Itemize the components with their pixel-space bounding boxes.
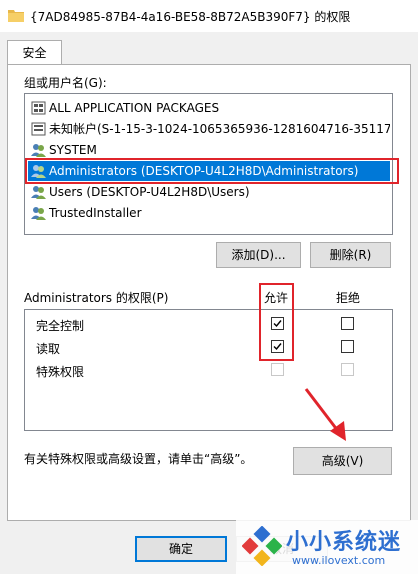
highlight-box-administrators [25,158,399,184]
users-icon [31,144,46,157]
list-item-label: Users (DESKTOP-U4L2H8D\Users) [49,185,250,199]
permission-label: 特殊权限 [36,365,85,379]
list-item[interactable]: 未知帐户(S-1-15-3-1024-1065365936-1281604716… [28,119,390,139]
deny-read-checkbox[interactable] [341,340,354,353]
list-item-label: TrustedInstaller [49,206,142,220]
package-icon [31,101,46,115]
title-bar: {7AD84985-87B4-4a16-BE58-8B72A5B390F7} 的… [0,0,418,33]
highlight-box-allow [259,283,294,361]
window-title: {7AD84985-87B4-4a16-BE58-8B72A5B390F7} 的… [30,10,351,24]
brand-logo-icon [242,526,282,566]
folder-icon [8,10,24,22]
watermark: 小小系统迷 www.ilovext.com [236,520,418,574]
users-icon [31,207,46,220]
ok-button[interactable]: 确定 [135,536,227,562]
deny-full-control-checkbox[interactable] [341,317,354,330]
list-item[interactable]: TrustedInstaller [28,203,390,223]
users-icon [31,186,46,199]
deny-special-checkbox [341,363,354,376]
unknown-user-icon [31,122,46,136]
permissions-header: Administrators 的权限(P) [24,291,169,305]
groups-label: 组或用户名(G): [24,76,107,90]
tab-security[interactable]: 安全 [7,40,62,65]
brand-name: 小小系统迷 [286,530,402,555]
advanced-button[interactable]: 高级(V) [293,447,392,475]
permission-label: 读取 [36,342,61,356]
remove-button[interactable]: 删除(R) [310,242,391,268]
deny-header: 拒绝 [336,291,361,305]
advanced-hint: 有关特殊权限或高级设置，请单击“高级”。 [24,452,253,466]
add-button[interactable]: 添加(D)... [216,242,301,268]
brand-url: www.ilovext.com [292,554,386,567]
list-item-label: SYSTEM [49,143,97,157]
list-item-label: ALL APPLICATION PACKAGES [49,101,220,115]
list-item[interactable]: SYSTEM [28,140,390,160]
list-item[interactable]: ALL APPLICATION PACKAGES [28,98,390,118]
arrow-icon [304,388,346,441]
list-item-label: 未知帐户(S-1-15-3-1024-1065365936-1281604716… [49,122,390,136]
list-item[interactable]: Users (DESKTOP-U4L2H8D\Users) [28,182,390,202]
allow-special-checkbox [271,363,284,376]
permission-label: 完全控制 [36,319,85,333]
